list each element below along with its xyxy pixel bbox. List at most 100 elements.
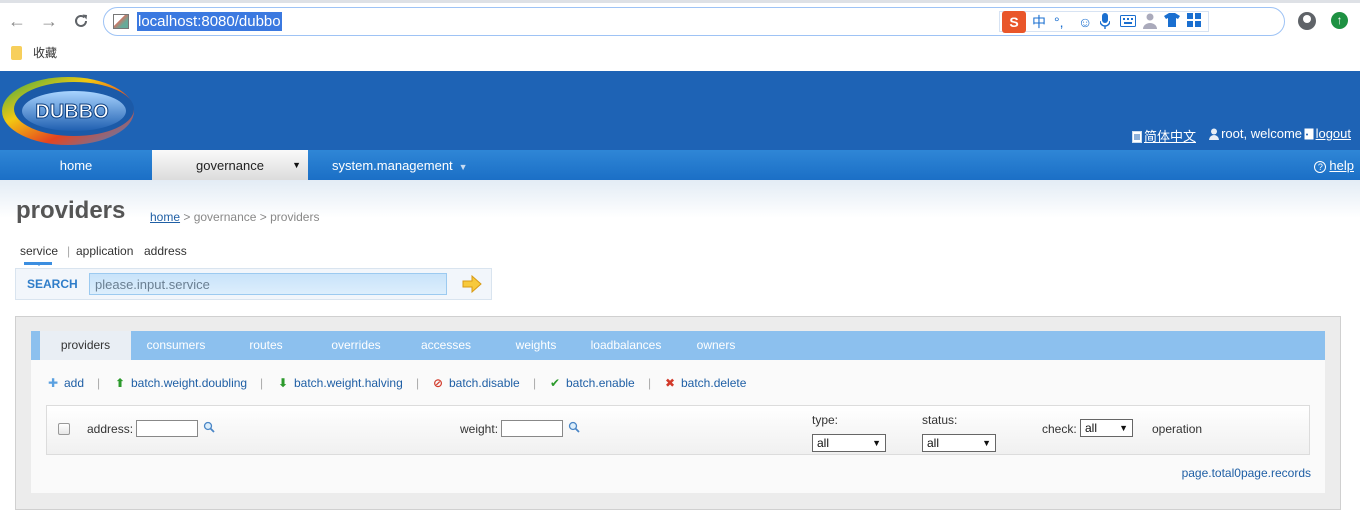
reload-icon[interactable] <box>70 10 92 32</box>
search-bar: SEARCH <box>15 268 492 300</box>
batch-delete-button[interactable]: ✖ batch.delete <box>664 376 746 390</box>
action-divider: | <box>260 376 264 390</box>
check-filter-label: check: <box>1042 422 1077 436</box>
tab-weights[interactable]: weights <box>491 331 581 360</box>
search-label: SEARCH <box>27 277 78 291</box>
down-arrow-icon: ⬇ <box>277 376 289 390</box>
halving-label: batch.weight.halving <box>294 376 403 390</box>
profile-avatar-icon[interactable] <box>1298 12 1316 30</box>
logout-link[interactable]: logout <box>1316 126 1351 141</box>
language-link-group: 简体中文 <box>1131 126 1196 145</box>
search-type-address[interactable]: address <box>144 244 187 258</box>
help-icon: ? <box>1314 161 1327 173</box>
select-arrow-icon: ▼ <box>982 438 991 448</box>
search-magnifier-icon[interactable] <box>568 421 580 433</box>
delete-x-icon: ✖ <box>664 376 676 390</box>
up-arrow-icon: ⬆ <box>114 376 126 390</box>
check-icon: ✔ <box>549 376 561 390</box>
search-input[interactable] <box>89 273 447 295</box>
tab-loadbalances[interactable]: loadbalances <box>581 331 671 360</box>
plus-icon: ✚ <box>47 376 59 390</box>
type-filter-select[interactable]: all ▼ <box>812 434 886 452</box>
weight-filter-input[interactable] <box>501 420 563 437</box>
select-arrow-icon: ▼ <box>872 438 881 448</box>
bookmark-folder-label[interactable]: 收藏 <box>33 46 57 60</box>
menu-governance[interactable]: governance ▼ <box>152 150 308 180</box>
batch-weight-doubling-button[interactable]: ⬆ batch.weight.doubling <box>114 376 247 390</box>
search-type-notch <box>35 262 43 266</box>
table-header: address: weight: type: all ▼ status: all ▼… <box>46 405 1310 455</box>
tab-strip-edge <box>0 0 1360 3</box>
weight-filter-label: weight: <box>460 422 499 436</box>
action-divider: | <box>97 376 101 390</box>
logout-group: logout <box>1304 126 1351 141</box>
tab-overrides[interactable]: overrides <box>311 331 401 360</box>
breadcrumb-rest: > governance > providers <box>180 210 320 224</box>
tab-consumers[interactable]: consumers <box>131 331 221 360</box>
grid-icon[interactable] <box>1187 13 1201 31</box>
bookmark-folder-icon <box>11 46 22 60</box>
dubbo-logo: DUBBO <box>2 77 134 145</box>
chinese-mode-icon[interactable]: 中 <box>1032 13 1046 31</box>
select-arrow-icon: ▼ <box>1119 423 1128 433</box>
emoji-icon[interactable]: ☺ <box>1078 13 1092 31</box>
dropdown-caret-icon: ▼ <box>458 162 468 172</box>
back-arrow-icon[interactable]: ← <box>6 10 28 32</box>
tab-accesses[interactable]: accesses <box>401 331 491 360</box>
search-go-arrow-icon[interactable] <box>462 275 482 293</box>
address-filter-input[interactable] <box>136 420 198 437</box>
panel-content: providers consumers routes overrides acc… <box>31 331 1325 493</box>
dropdown-caret-icon: ▼ <box>292 160 301 170</box>
disable-icon: ⊘ <box>432 376 444 390</box>
tab-owners[interactable]: owners <box>671 331 761 360</box>
menu-home[interactable]: home <box>0 150 152 180</box>
batch-weight-halving-button[interactable]: ⬇ batch.weight.halving <box>277 376 403 390</box>
tab-routes[interactable]: routes <box>221 331 311 360</box>
batch-enable-button[interactable]: ✔ batch.enable <box>549 376 635 390</box>
batch-disable-button[interactable]: ⊘ batch.disable <box>432 376 520 390</box>
type-filter-value: all <box>817 436 830 450</box>
keyboard-icon[interactable] <box>1120 13 1136 31</box>
menu-system-management[interactable]: system.management ▼ <box>332 150 468 180</box>
add-label: add <box>64 376 85 390</box>
breadcrumb: home > governance > providers <box>150 210 319 224</box>
menu-help[interactable]: ? help <box>1314 150 1354 180</box>
search-type-service[interactable]: service <box>20 244 58 258</box>
browser-chrome: ← → localhost:8080/dubbo S 中 °, ☺ ↑ 收藏 <box>0 0 1360 71</box>
status-filter-value: all <box>927 436 940 450</box>
ime-toolbar: S 中 °, ☺ <box>999 11 1209 33</box>
check-filter-value: all <box>1085 421 1098 435</box>
skin-icon[interactable] <box>1164 13 1180 31</box>
search-magnifier-icon[interactable] <box>203 421 215 433</box>
welcome-text: root, welcome <box>1221 126 1302 141</box>
sogou-icon[interactable]: S <box>1002 11 1026 33</box>
action-divider: | <box>648 376 652 390</box>
search-type-divider: | <box>67 244 71 258</box>
main-menu: home governance ▼ system.management ▼ ? he… <box>0 150 1360 180</box>
language-link[interactable]: 简体中文 <box>1144 129 1196 144</box>
welcome-group: root, welcome <box>1209 126 1302 141</box>
address-bar[interactable]: localhost:8080/dubbo S 中 °, ☺ <box>103 7 1285 36</box>
document-icon <box>1131 131 1142 143</box>
punctuation-icon[interactable]: °, <box>1054 13 1064 31</box>
check-filter-select[interactable]: all ▼ <box>1080 419 1133 437</box>
add-button[interactable]: ✚ add <box>47 376 84 390</box>
logout-door-icon <box>1304 128 1314 140</box>
user-icon <box>1209 128 1220 140</box>
tab-providers[interactable]: providers <box>31 331 131 360</box>
breadcrumb-home[interactable]: home <box>150 210 180 224</box>
providers-panel: providers consumers routes overrides acc… <box>15 316 1341 510</box>
action-divider: | <box>533 376 537 390</box>
user-icon[interactable] <box>1143 13 1157 33</box>
select-all-checkbox[interactable] <box>58 423 70 435</box>
mic-icon[interactable] <box>1099 13 1111 33</box>
operation-column-label: operation <box>1152 422 1203 436</box>
enable-label: batch.enable <box>566 376 635 390</box>
type-filter-label: type: <box>812 413 839 427</box>
search-type-application[interactable]: application <box>76 244 133 258</box>
action-divider: | <box>416 376 420 390</box>
update-arrow-icon[interactable]: ↑ <box>1331 12 1348 29</box>
status-filter-select[interactable]: all ▼ <box>922 434 996 452</box>
url-text[interactable]: localhost:8080/dubbo <box>137 12 282 31</box>
forward-arrow-icon[interactable]: → <box>38 10 60 32</box>
